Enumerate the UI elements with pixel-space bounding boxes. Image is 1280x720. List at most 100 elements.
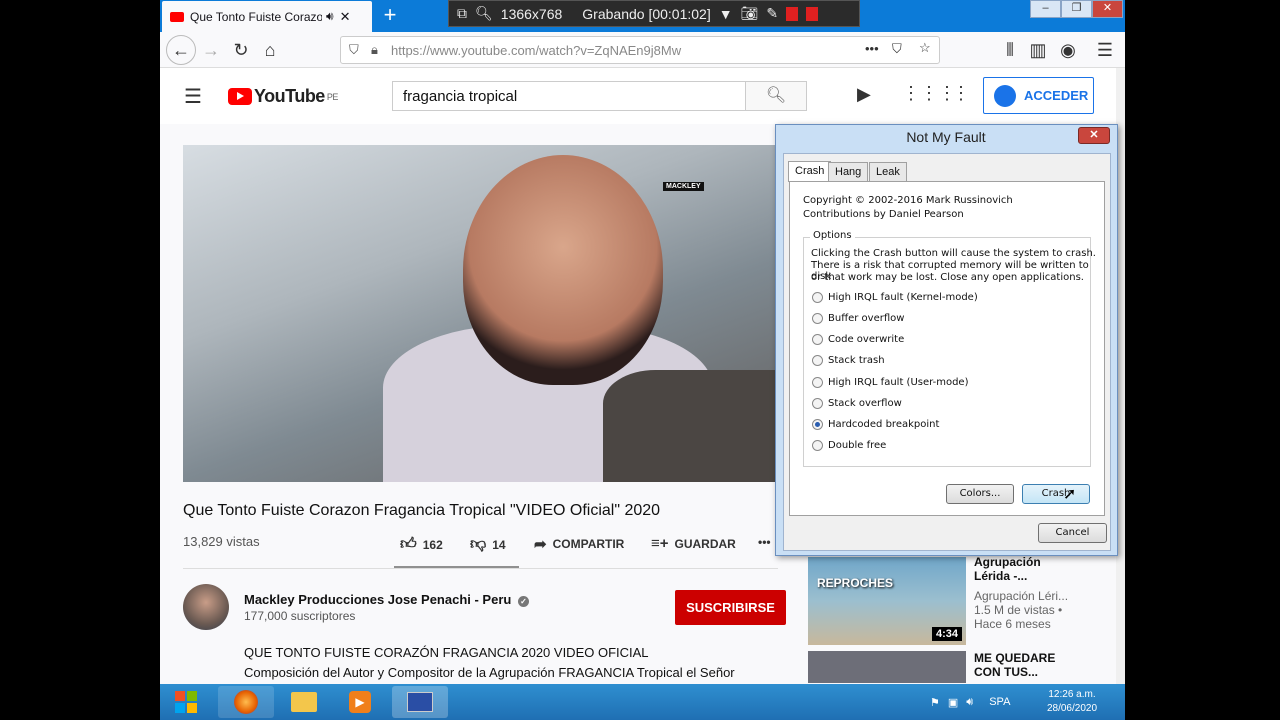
option-buffer-overflow[interactable]: Buffer overflow <box>812 313 904 324</box>
bookmark-star-icon[interactable]: ☆ <box>919 40 931 56</box>
start-button[interactable] <box>168 686 204 718</box>
option-label: Buffer overflow <box>828 313 905 324</box>
tab-hang[interactable]: Hang <box>828 162 869 182</box>
browser-tab[interactable]: Que Tonto Fuiste Corazon F 🔊︎ ✕ <box>162 1 372 32</box>
country-code: PE <box>326 91 339 102</box>
video-player[interactable]: MACKLEY <box>183 145 778 482</box>
search-button[interactable]: 🔍︎ <box>745 81 807 111</box>
url-bar[interactable]: ⛉ 🔒︎ https://www.youtube.com/watch?v=ZqN… <box>340 36 940 64</box>
mouse-cursor-icon: ➚ <box>1063 486 1077 503</box>
volume-icon[interactable]: 🔊︎ <box>966 696 973 709</box>
tab-title: Que Tonto Fuiste Corazon F <box>190 9 322 24</box>
radio-button[interactable] <box>812 313 823 324</box>
video-watermark: MACKLEY <box>663 182 704 191</box>
related-video-thumbnail[interactable] <box>808 651 966 683</box>
forward-button[interactable]: → <box>198 38 224 62</box>
related-title-line-2: CON TUS... <box>974 665 1039 679</box>
search-input[interactable]: fragancia tropical <box>392 81 746 111</box>
lock-icon[interactable]: 🔒︎ <box>371 42 378 58</box>
home-button[interactable]: ⌂ <box>257 38 283 62</box>
zoom-icon[interactable]: 🔍︎ <box>475 5 493 22</box>
dropdown-icon[interactable]: ▼ <box>719 6 733 22</box>
tab-crash[interactable]: Crash <box>788 161 832 182</box>
option-stack-overflow[interactable]: Stack overflow <box>812 398 902 409</box>
speaker-icon[interactable]: 🔊︎ <box>326 9 334 24</box>
related-video-thumbnail[interactable]: REPROCHES 4:34 <box>808 557 966 645</box>
firefox-taskbar-button[interactable] <box>218 686 274 718</box>
reload-button[interactable]: ↻ <box>228 38 254 62</box>
crash-button[interactable]: Crash <box>1022 484 1090 504</box>
tab-close-icon[interactable]: ✕ <box>340 9 351 25</box>
windows-taskbar: ▶︎ ⚑ ▣ 🔊︎ SPA 12:26 a.m. 28/06/2020 <box>160 684 1125 720</box>
pen-icon[interactable]: ✎ <box>766 5 778 22</box>
youtube-header: ☰ YouTube PE fragancia tropical 🔍︎ ▶︎ ⋮⋮… <box>160 68 1125 124</box>
channel-avatar[interactable] <box>183 584 229 630</box>
radio-button[interactable] <box>812 398 823 409</box>
radio-button[interactable] <box>812 355 823 366</box>
option-stack-trash[interactable]: Stack trash <box>812 355 885 366</box>
close-window-button[interactable]: ✕ <box>1092 0 1123 18</box>
verified-icon: ✓ <box>517 596 529 607</box>
radio-button[interactable] <box>812 334 823 345</box>
option-high-irql-kernel[interactable]: High IRQL fault (Kernel-mode) <box>812 292 978 303</box>
new-tab-button[interactable]: + <box>378 4 402 28</box>
related-video-info[interactable]: ME QUEDARE CON TUS... <box>974 651 1114 679</box>
youtube-logo[interactable]: YouTube PE <box>228 86 338 107</box>
user-avatar-icon <box>994 84 1016 107</box>
menu-icon[interactable]: ☰ <box>1092 38 1118 62</box>
option-code-overwrite[interactable]: Code overwrite <box>812 334 904 345</box>
pocket-icon[interactable]: ⛉ <box>892 41 902 57</box>
back-button[interactable]: ← <box>166 35 196 65</box>
pause-icon[interactable] <box>786 6 799 21</box>
radio-button[interactable] <box>812 377 823 388</box>
share-icon: ➦ <box>534 536 547 553</box>
option-double-free[interactable]: Double free <box>812 440 886 451</box>
more-options-icon[interactable]: ⋮ <box>952 83 970 104</box>
minimize-button[interactable]: – <box>1030 0 1061 18</box>
explorer-taskbar-button[interactable] <box>276 686 332 718</box>
radio-button[interactable] <box>812 292 823 303</box>
save-label: GUARDAR <box>674 536 736 551</box>
shield-icon[interactable]: ⛉ <box>349 42 359 58</box>
cancel-button[interactable]: Cancel <box>1038 523 1107 543</box>
channel-name[interactable]: Mackley Producciones Jose Penachi - Peru… <box>244 592 529 607</box>
option-hardcoded-breakpoint[interactable]: Hardcoded breakpoint <box>812 419 939 430</box>
video-title: Que Tonto Fuiste Corazon Fragancia Tropi… <box>183 502 661 519</box>
tab-leak[interactable]: Leak <box>869 162 907 182</box>
more-actions-icon[interactable]: ••• <box>758 535 771 549</box>
camera-icon[interactable]: 📷︎ <box>741 5 759 22</box>
dislike-button[interactable]: 👎︎ 14 <box>470 535 506 554</box>
hamburger-menu-icon[interactable]: ☰ <box>184 84 202 109</box>
windows-logo-icon <box>175 691 197 713</box>
like-count: 162 <box>422 537 443 552</box>
apps-grid-icon[interactable]: ⋮⋮⋮ <box>902 83 956 104</box>
page-actions-icon[interactable]: ••• <box>865 41 879 56</box>
notmyfault-taskbar-button[interactable] <box>392 686 448 718</box>
subscribe-button[interactable]: SUSCRIBIRSE <box>675 590 786 625</box>
maximize-button[interactable]: ❐ <box>1061 0 1092 18</box>
dialog-close-button[interactable]: ✕ <box>1078 127 1110 144</box>
stop-icon[interactable] <box>806 6 819 21</box>
radio-button[interactable] <box>812 440 823 451</box>
save-button[interactable]: ≡+ GUARDAR <box>651 535 736 552</box>
share-button[interactable]: ➦ COMPARTIR <box>534 535 624 553</box>
like-button[interactable]: 👍︎ 162 <box>400 535 443 554</box>
create-video-icon[interactable]: ▶︎ <box>857 84 871 105</box>
related-video-info[interactable]: Agrupación Lérida -... Agrupación Léri..… <box>974 555 1114 631</box>
window-mode-icon[interactable]: ⧉ <box>457 5 467 22</box>
library-icon[interactable]: ⫴ <box>997 38 1023 62</box>
youtube-favicon-icon <box>170 11 184 22</box>
clock[interactable]: 12:26 a.m. 28/06/2020 <box>1032 688 1112 716</box>
signin-button[interactable]: ACCEDER <box>983 77 1094 114</box>
language-indicator[interactable]: SPA <box>989 696 1010 708</box>
network-icon[interactable]: ▣ <box>948 696 958 709</box>
action-center-flag-icon[interactable]: ⚑ <box>930 696 940 709</box>
radio-button-selected[interactable] <box>812 419 823 430</box>
youtube-logo-text: YouTube <box>254 86 325 106</box>
media-player-taskbar-button[interactable]: ▶︎ <box>332 686 388 718</box>
account-icon[interactable]: ◉ <box>1055 38 1081 62</box>
colors-button[interactable]: Colors... <box>946 484 1014 504</box>
related-views: 1.5 M de vistas • <box>974 603 1063 617</box>
option-high-irql-user[interactable]: High IRQL fault (User-mode) <box>812 377 968 388</box>
sidebar-icon[interactable]: ▥ <box>1025 38 1051 62</box>
